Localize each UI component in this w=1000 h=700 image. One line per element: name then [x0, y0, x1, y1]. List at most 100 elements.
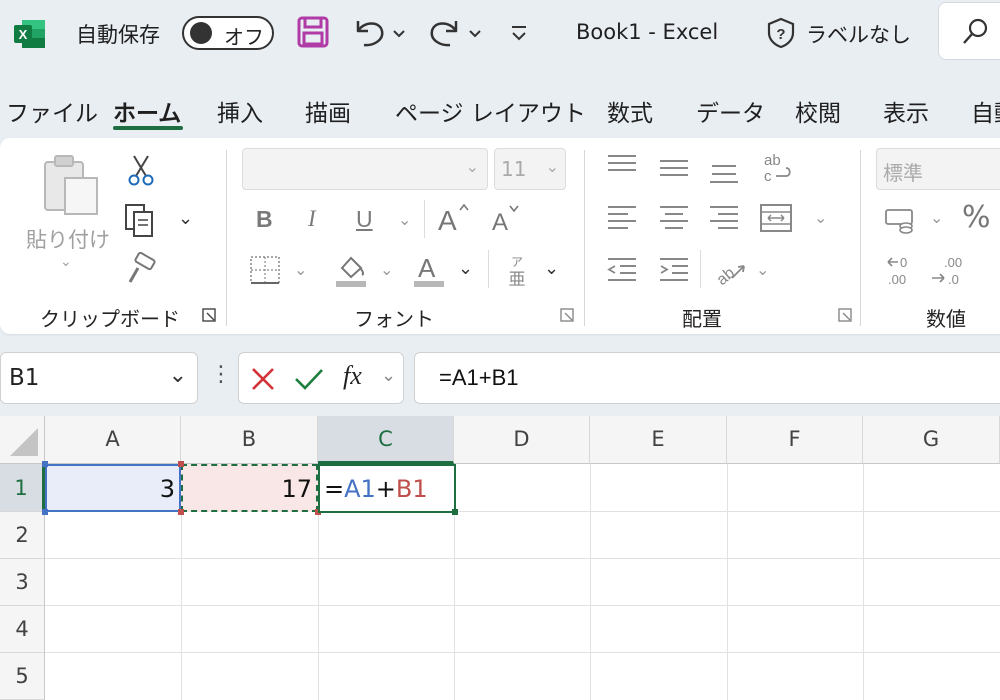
clipboard-dialog-launcher-icon[interactable] — [202, 307, 216, 322]
font-name-chevron-down-icon: ⌄ — [465, 157, 479, 176]
search-box[interactable] — [938, 2, 1000, 60]
underline-button[interactable]: U — [356, 206, 373, 233]
tab-automate[interactable]: 自動 — [971, 94, 1000, 128]
tab-home[interactable]: ホーム — [113, 94, 181, 128]
paste-chevron-down-icon[interactable]: ⌄ — [60, 254, 72, 270]
select-all-button[interactable] — [0, 416, 45, 464]
bold-button[interactable]: B — [256, 206, 273, 233]
accounting-format-icon[interactable] — [884, 206, 918, 234]
ref-handle[interactable] — [178, 461, 184, 467]
fill-handle[interactable] — [452, 509, 458, 515]
insert-function-icon[interactable]: fx — [343, 361, 362, 391]
decrease-indent-icon[interactable] — [604, 254, 640, 286]
borders-icon[interactable] — [248, 254, 282, 286]
formula-input[interactable]: =A1+B1 — [414, 352, 1000, 404]
tab-page-layout[interactable]: ページ レイアウト — [395, 94, 586, 128]
ref-handle[interactable] — [42, 509, 48, 515]
name-box[interactable]: B1 ⌄ — [0, 352, 198, 404]
tab-insert[interactable]: 挿入 — [217, 94, 263, 128]
column-header-d[interactable]: D — [454, 416, 590, 464]
enter-checkmark-icon[interactable] — [293, 365, 325, 393]
function-chevron-down-icon[interactable]: ⌄ — [381, 365, 396, 386]
gridline — [45, 605, 1000, 606]
phonetic-chevron-down-icon[interactable]: ⌄ — [544, 258, 559, 279]
font-color-chevron-down-icon[interactable]: ⌄ — [458, 258, 473, 279]
merge-chevron-down-icon[interactable]: ⌄ — [814, 208, 827, 227]
paste-label[interactable]: 貼り付け — [26, 224, 110, 254]
sensitivity-label[interactable]: ラベルなし — [806, 19, 911, 49]
formula-ref-a1: A1 — [344, 475, 376, 503]
font-color-icon[interactable]: A — [412, 252, 446, 288]
undo-icon[interactable] — [350, 15, 410, 49]
accounting-chevron-down-icon[interactable]: ⌄ — [930, 208, 943, 227]
align-middle-icon[interactable] — [656, 152, 692, 182]
save-icon[interactable] — [296, 15, 330, 49]
autosave-toggle[interactable]: オフ — [182, 16, 274, 50]
underline-chevron-down-icon[interactable]: ⌄ — [398, 210, 411, 229]
column-header-f[interactable]: F — [727, 416, 863, 464]
ref-handle[interactable] — [42, 461, 48, 467]
fill-color-chevron-down-icon[interactable]: ⌄ — [380, 260, 393, 279]
number-format-select[interactable]: 標準 — [876, 148, 1000, 190]
tab-file[interactable]: ファイル — [6, 94, 98, 128]
name-box-chevron-down-icon[interactable]: ⌄ — [169, 363, 187, 388]
tab-draw[interactable]: 描画 — [305, 94, 351, 128]
fill-color-icon[interactable] — [334, 252, 368, 288]
sensitivity-shield-icon[interactable]: ? — [764, 16, 798, 50]
format-painter-icon[interactable] — [122, 251, 158, 288]
font-dialog-launcher-icon[interactable] — [560, 307, 574, 322]
row-header-1[interactable]: 1 — [0, 464, 45, 512]
row-header-5[interactable]: 5 — [0, 653, 45, 700]
phonetic-guide-icon[interactable]: ア亜 — [502, 252, 532, 290]
column-header-e[interactable]: E — [590, 416, 727, 464]
paste-icon[interactable] — [40, 152, 102, 218]
more-options-icon[interactable]: ⋮ — [210, 362, 232, 387]
orientation-icon[interactable]: ab — [710, 252, 750, 288]
increase-font-size-icon[interactable]: A — [436, 200, 474, 236]
alignment-group-label: 配置 — [682, 307, 722, 331]
toggle-knob — [190, 22, 212, 44]
cell-c1-active[interactable]: =A1+B1 — [318, 464, 456, 513]
cell-a1[interactable]: 3 — [45, 464, 181, 512]
borders-chevron-down-icon[interactable]: ⌄ — [294, 260, 307, 279]
orientation-chevron-down-icon[interactable]: ⌄ — [756, 260, 769, 279]
row-header-4[interactable]: 4 — [0, 606, 45, 653]
align-left-icon[interactable] — [604, 202, 640, 234]
align-right-icon[interactable] — [706, 202, 742, 234]
copy-chevron-down-icon[interactable]: ⌄ — [178, 208, 193, 229]
font-name-select[interactable]: ⌄ — [242, 148, 488, 190]
cancel-x-icon[interactable] — [249, 365, 277, 393]
copy-icon[interactable] — [122, 202, 158, 238]
column-header-b[interactable]: B — [181, 416, 318, 464]
customize-quick-access-icon[interactable] — [508, 22, 530, 44]
tab-formulas[interactable]: 数式 — [607, 94, 653, 128]
row-header-2[interactable]: 2 — [0, 512, 45, 559]
cell-b1[interactable]: 17 — [181, 464, 318, 512]
tab-review[interactable]: 校閲 — [795, 94, 841, 128]
column-header-g[interactable]: G — [863, 416, 1000, 464]
tab-view[interactable]: 表示 — [883, 94, 929, 128]
align-bottom-icon[interactable] — [706, 152, 742, 186]
align-top-icon[interactable] — [604, 152, 640, 182]
cut-scissors-icon[interactable] — [124, 152, 158, 188]
italic-button[interactable]: I — [308, 206, 316, 232]
increase-indent-icon[interactable] — [656, 254, 692, 286]
decrease-decimal-icon[interactable]: .00.0 — [930, 252, 966, 288]
ref-handle[interactable] — [178, 509, 184, 515]
align-center-icon[interactable] — [656, 202, 692, 234]
svg-text:ab: ab — [764, 152, 781, 169]
increase-decimal-icon[interactable]: 0.00 — [884, 252, 920, 288]
alignment-dialog-launcher-icon[interactable] — [838, 307, 852, 322]
merge-center-icon[interactable] — [758, 202, 794, 234]
percent-style-button[interactable]: % — [962, 200, 991, 235]
svg-text:ア: ア — [511, 255, 523, 269]
column-header-a[interactable]: A — [45, 416, 181, 464]
font-size-select[interactable]: 11 ⌄ — [494, 148, 566, 190]
row-header-3[interactable]: 3 — [0, 559, 45, 606]
decrease-font-size-icon[interactable]: A — [490, 200, 528, 236]
tab-data[interactable]: データ — [696, 94, 765, 128]
wrap-text-icon[interactable]: abc — [760, 150, 796, 186]
redo-icon[interactable] — [424, 15, 486, 49]
ribbon-separator — [584, 150, 585, 326]
column-header-c[interactable]: C — [318, 416, 454, 464]
